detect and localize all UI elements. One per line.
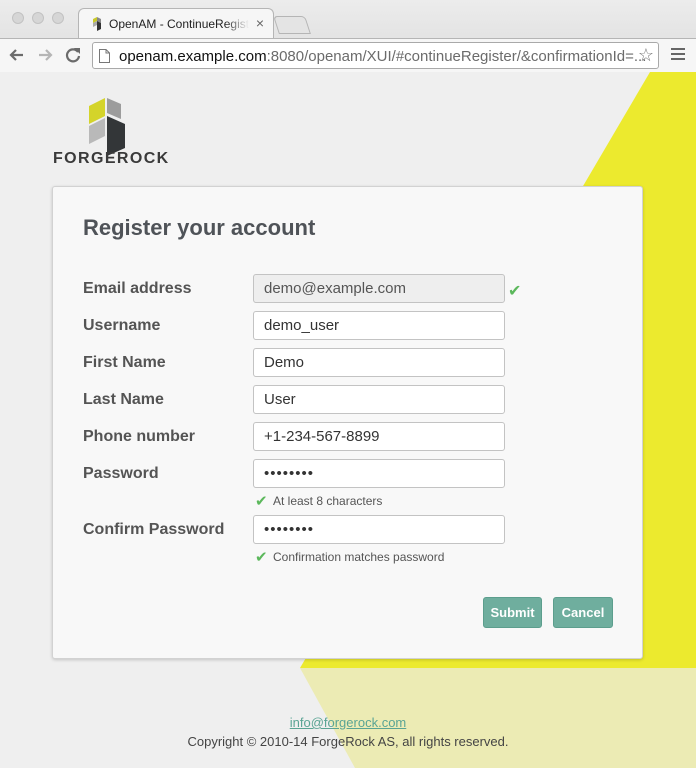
brand-wordmark: FORGEROCK xyxy=(53,150,170,167)
password-label: Password xyxy=(83,465,159,482)
hamburger-menu-icon[interactable] xyxy=(671,48,685,62)
first-name-field[interactable] xyxy=(253,348,505,377)
email-valid-check-icon: ✔ xyxy=(508,283,522,300)
last-name-field[interactable] xyxy=(253,385,505,414)
copyright-text: Copyright © 2010-14 ForgeRock AS, all ri… xyxy=(187,734,509,749)
browser-chrome: OpenAM - ContinueRegister × openam.examp… xyxy=(0,0,696,72)
username-field[interactable] xyxy=(253,311,505,340)
browser-tab[interactable]: OpenAM - ContinueRegister × xyxy=(78,8,274,38)
password-field[interactable] xyxy=(253,459,505,488)
first-name-label: First Name xyxy=(83,354,166,371)
email-field[interactable] xyxy=(253,274,505,303)
confirm-password-label: Confirm Password xyxy=(83,521,225,538)
password-hint-check-icon: ✔ xyxy=(255,493,268,510)
tab-title: OpenAM - ContinueRegister xyxy=(109,17,249,31)
page-icon xyxy=(99,49,110,63)
back-arrow-icon[interactable] xyxy=(6,44,28,66)
url-text: openam.example.com:8080/openam/XUI/#cont… xyxy=(119,48,646,65)
confirm-password-hint-check-icon: ✔ xyxy=(255,549,268,566)
page-body: FORGEROCK Register your account Email ad… xyxy=(0,72,696,768)
minimize-window-button[interactable] xyxy=(32,12,44,24)
cancel-button[interactable]: Cancel xyxy=(553,597,613,628)
phone-field[interactable] xyxy=(253,422,505,451)
tab-close-icon[interactable]: × xyxy=(256,15,264,31)
page-title: Register your account xyxy=(83,215,316,240)
email-label: Email address xyxy=(83,280,192,297)
url-path: :8080/openam/XUI/#continueRegister/&conf… xyxy=(266,48,647,65)
reload-icon[interactable] xyxy=(62,44,84,66)
close-window-button[interactable] xyxy=(12,12,24,24)
submit-button[interactable]: Submit xyxy=(483,597,542,628)
registration-card: Register your account Email address ✔ Us… xyxy=(52,186,643,659)
confirm-password-hint: Confirmation matches password xyxy=(273,550,445,564)
forward-arrow-icon[interactable] xyxy=(34,44,56,66)
confirm-password-field[interactable] xyxy=(253,515,505,544)
new-tab-button[interactable] xyxy=(273,16,311,34)
phone-label: Phone number xyxy=(83,428,196,445)
bookmark-star-icon[interactable]: ☆ xyxy=(638,45,654,66)
forgerock-favicon-icon xyxy=(93,17,101,31)
username-label: Username xyxy=(83,317,161,334)
password-hint: At least 8 characters xyxy=(273,494,383,508)
contact-email-link[interactable]: info@forgerock.com xyxy=(0,715,696,730)
address-bar[interactable]: openam.example.com:8080/openam/XUI/#cont… xyxy=(92,42,659,69)
browser-toolbar: openam.example.com:8080/openam/XUI/#cont… xyxy=(0,38,696,72)
url-host: openam.example.com xyxy=(119,48,267,65)
zoom-window-button[interactable] xyxy=(52,12,64,24)
last-name-label: Last Name xyxy=(83,391,164,408)
